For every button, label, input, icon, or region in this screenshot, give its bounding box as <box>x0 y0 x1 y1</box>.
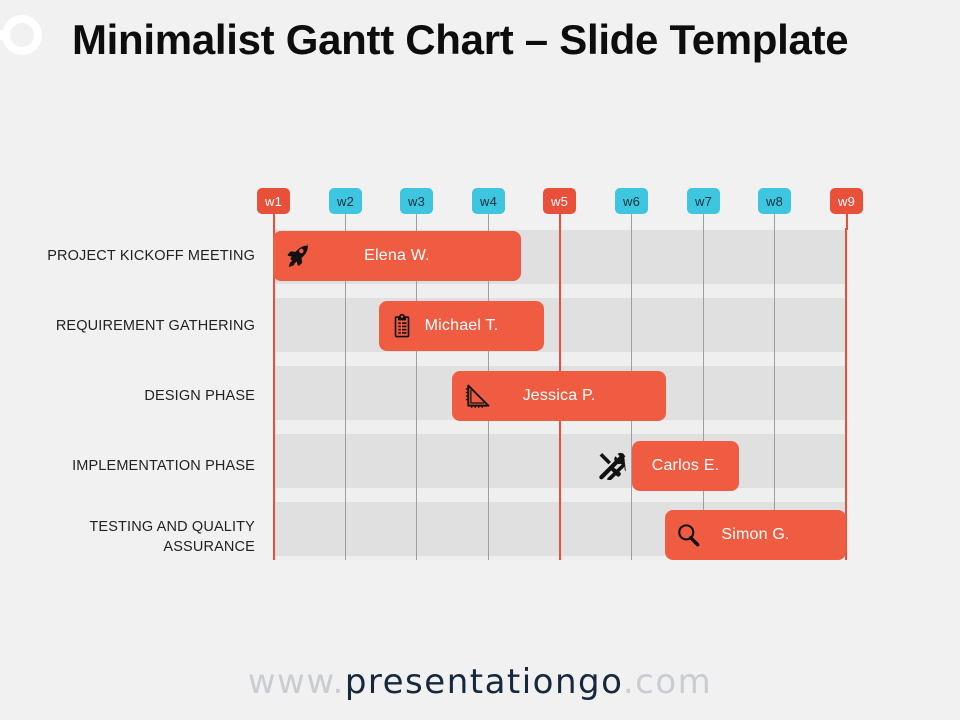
set-square-icon <box>462 381 492 411</box>
task-label-testing-and-quality-assurance: TESTING AND QUALITY ASSURANCE <box>89 519 255 555</box>
week-badge-label: w7 <box>694 193 713 209</box>
footer-url-suffix: .com <box>622 662 713 702</box>
task-label-project-kickoff-meeting: PROJECT KICKOFF MEETING <box>47 248 255 264</box>
week-badge-label: w1 <box>264 193 283 209</box>
week-badge-w1[interactable]: w1 <box>257 188 290 214</box>
task-label-requirement-gathering: REQUIREMENT GATHERING <box>55 318 255 334</box>
rocket-icon <box>283 241 313 271</box>
gridline-w9 <box>845 228 847 560</box>
week-badge-label: w5 <box>550 193 569 209</box>
task-bar-implementation-phase[interactable]: Carlos E. <box>632 441 739 491</box>
week-badge-label: w8 <box>765 193 784 209</box>
hammer-wrench-icon <box>596 449 628 481</box>
stem-w2 <box>345 214 346 230</box>
footer-url-brand: presentationgo <box>344 662 623 702</box>
footer-url[interactable]: www.presentationgo.com <box>0 662 960 702</box>
stem-w6 <box>631 214 632 230</box>
week-badge-label: w4 <box>479 193 498 209</box>
task-bar-design-phase[interactable]: Jessica P. <box>452 371 666 421</box>
task-label-implementation-phase: IMPLEMENTATION PHASE <box>72 458 255 474</box>
week-badge-w6[interactable]: w6 <box>615 188 648 214</box>
week-badge-label: w2 <box>336 193 355 209</box>
stem-w4 <box>488 214 489 230</box>
footer-url-prefix: www. <box>247 662 345 702</box>
week-badge-w7[interactable]: w7 <box>687 188 720 214</box>
week-badge-w8[interactable]: w8 <box>758 188 791 214</box>
stem-w9 <box>846 214 848 230</box>
task-bar-project-kickoff-meeting[interactable]: Elena W. <box>273 231 521 281</box>
task-bar-testing-and-quality-assurance[interactable]: Simon G. <box>665 510 846 560</box>
week-badge-w5[interactable]: w5 <box>543 188 576 214</box>
magnifier-icon <box>673 520 703 550</box>
task-label-design-phase: DESIGN PHASE <box>144 388 255 404</box>
week-badge-w2[interactable]: w2 <box>329 188 362 214</box>
stem-w8 <box>774 214 775 230</box>
stem-w1 <box>273 214 275 230</box>
clipboard-icon <box>387 311 417 341</box>
week-badge-label: w9 <box>837 193 856 209</box>
stem-w7 <box>703 214 704 230</box>
week-badge-w3[interactable]: w3 <box>400 188 433 214</box>
week-badge-label: w3 <box>407 193 426 209</box>
task-bar-requirement-gathering[interactable]: Michael T. <box>379 301 544 351</box>
stem-w5 <box>559 214 561 230</box>
gantt-chart: w1 w2 w3 w4 w5 w6 w7 w8 w9 PROJECT KICKO… <box>0 0 960 720</box>
stem-w3 <box>416 214 417 230</box>
week-badge-w4[interactable]: w4 <box>472 188 505 214</box>
week-badge-w9[interactable]: w9 <box>830 188 863 214</box>
week-badge-label: w6 <box>622 193 641 209</box>
task-owner-name: Carlos E. <box>651 457 720 474</box>
